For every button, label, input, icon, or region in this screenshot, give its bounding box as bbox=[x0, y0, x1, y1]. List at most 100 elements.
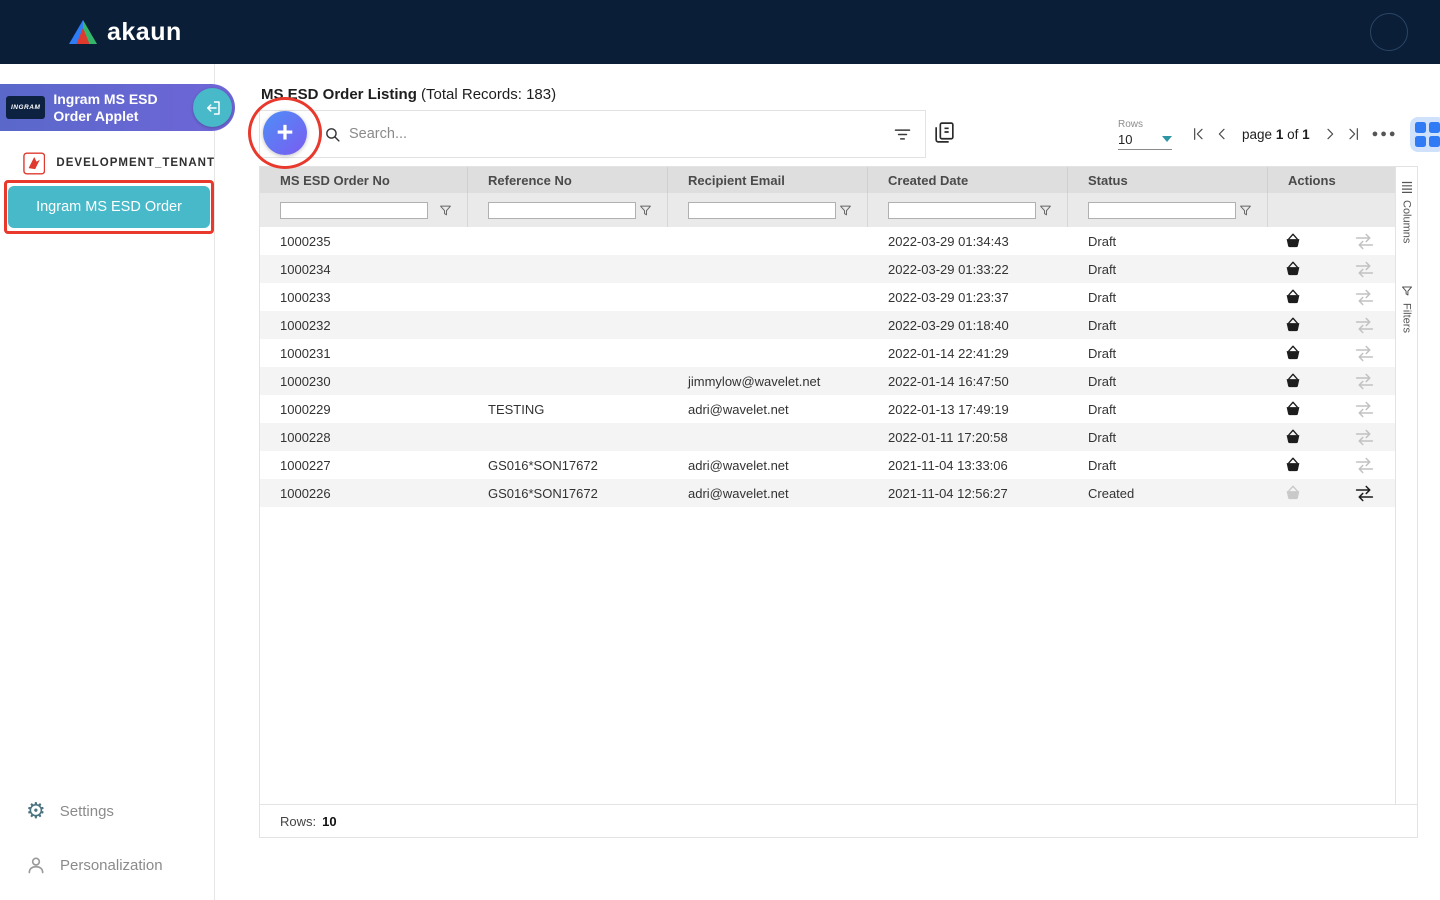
gear-icon: ⚙ bbox=[26, 800, 46, 822]
basket-icon[interactable] bbox=[1284, 344, 1302, 362]
table-row[interactable]: 1000232 2022-03-29 01:18:40 Draft bbox=[260, 311, 1395, 339]
cell-order-no: 1000231 bbox=[260, 346, 468, 361]
swap-icon[interactable] bbox=[1354, 457, 1375, 474]
rows-per-page-select[interactable]: Rows 10 bbox=[1118, 119, 1180, 150]
basket-icon[interactable] bbox=[1284, 260, 1302, 278]
side-tab-strip: Columns Filters bbox=[1395, 167, 1417, 804]
filters-icon bbox=[1401, 285, 1413, 297]
swap-icon[interactable] bbox=[1354, 317, 1375, 334]
table-footer: Rows: 10 bbox=[260, 804, 1417, 837]
column-header-order-no[interactable]: MS ESD Order No bbox=[260, 167, 468, 193]
columns-icon bbox=[1401, 181, 1413, 194]
more-options-icon[interactable]: ●●● bbox=[1372, 128, 1398, 140]
filter-funnel-icon[interactable] bbox=[439, 204, 452, 217]
cell-recipient-email: adri@wavelet.net bbox=[668, 486, 868, 501]
cell-order-no: 1000226 bbox=[260, 486, 468, 501]
basket-icon[interactable] bbox=[1284, 316, 1302, 334]
swap-icon[interactable] bbox=[1354, 373, 1375, 390]
cell-order-no: 1000235 bbox=[260, 234, 468, 249]
basket-icon[interactable] bbox=[1284, 400, 1302, 418]
footer-rows-label: Rows: bbox=[280, 814, 316, 829]
cell-recipient-email: adri@wavelet.net bbox=[668, 402, 868, 417]
swap-icon[interactable] bbox=[1354, 345, 1375, 362]
add-order-button[interactable]: + bbox=[263, 111, 307, 155]
basket-icon[interactable] bbox=[1284, 428, 1302, 446]
exit-applet-button[interactable] bbox=[193, 88, 232, 127]
next-page-button[interactable] bbox=[1320, 123, 1340, 145]
filter-funnel-icon[interactable] bbox=[839, 204, 852, 217]
swap-icon[interactable] bbox=[1354, 401, 1375, 418]
search-input[interactable] bbox=[349, 126, 819, 142]
page-word: page bbox=[1242, 127, 1272, 142]
basket-icon[interactable] bbox=[1284, 372, 1302, 390]
cell-order-no: 1000232 bbox=[260, 318, 468, 333]
swap-icon[interactable] bbox=[1354, 233, 1375, 250]
filter-input-recipient-email[interactable] bbox=[688, 202, 836, 219]
avatar[interactable] bbox=[1370, 13, 1408, 51]
swap-icon[interactable] bbox=[1354, 485, 1375, 502]
filter-input-order-no[interactable] bbox=[280, 202, 428, 219]
table-row[interactable]: 1000235 2022-03-29 01:34:43 Draft bbox=[260, 227, 1395, 255]
previous-page-button[interactable] bbox=[1212, 123, 1232, 145]
column-header-status[interactable]: Status bbox=[1068, 167, 1268, 193]
filter-funnel-icon[interactable] bbox=[1039, 204, 1052, 217]
cell-status: Draft bbox=[1068, 234, 1268, 249]
of-word: of bbox=[1287, 127, 1298, 142]
column-header-created-date[interactable]: Created Date bbox=[868, 167, 1068, 193]
basket-icon[interactable] bbox=[1284, 456, 1302, 474]
last-page-button[interactable] bbox=[1344, 123, 1364, 145]
swap-icon[interactable] bbox=[1354, 429, 1375, 446]
grid-view-button[interactable] bbox=[1410, 117, 1440, 152]
table-row[interactable]: 1000226 GS016*SON17672 adri@wavelet.net … bbox=[260, 479, 1395, 507]
rows-per-page-label: Rows bbox=[1118, 119, 1180, 130]
cell-order-no: 1000229 bbox=[260, 402, 468, 417]
filter-input-reference-no[interactable] bbox=[488, 202, 636, 219]
table-row[interactable]: 1000229 TESTING adri@wavelet.net 2022-01… bbox=[260, 395, 1395, 423]
person-icon bbox=[26, 855, 46, 875]
search-icon bbox=[324, 126, 341, 143]
page-current: 1 bbox=[1276, 127, 1284, 142]
sidebar-item-personalization[interactable]: Personalization bbox=[0, 838, 215, 892]
basket-icon[interactable] bbox=[1284, 288, 1302, 306]
table-row[interactable]: 1000231 2022-01-14 22:41:29 Draft bbox=[260, 339, 1395, 367]
rows-per-page-value: 10 bbox=[1118, 132, 1132, 147]
table-row[interactable]: 1000234 2022-03-29 01:33:22 Draft bbox=[260, 255, 1395, 283]
table-row[interactable]: 1000227 GS016*SON17672 adri@wavelet.net … bbox=[260, 451, 1395, 479]
duplicate-icon[interactable] bbox=[932, 120, 957, 145]
swap-icon[interactable] bbox=[1354, 289, 1375, 306]
order-table: MS ESD Order No Reference No Recipient E… bbox=[260, 167, 1395, 804]
basket-icon[interactable] bbox=[1284, 232, 1302, 250]
swap-icon[interactable] bbox=[1354, 261, 1375, 278]
cell-order-no: 1000233 bbox=[260, 290, 468, 305]
brand-logo[interactable]: akaun bbox=[68, 18, 182, 47]
basket-icon[interactable] bbox=[1284, 484, 1302, 502]
cell-reference-no: GS016*SON17672 bbox=[468, 458, 668, 473]
pagination-bar: Rows 10 page 1 of 1 ●●● bbox=[1118, 110, 1440, 158]
cell-created-date: 2022-01-14 16:47:50 bbox=[868, 374, 1068, 389]
table-row[interactable]: 1000233 2022-03-29 01:23:37 Draft bbox=[260, 283, 1395, 311]
sidebar-item-settings[interactable]: ⚙ Settings bbox=[0, 784, 215, 838]
akaun-triangle-icon bbox=[68, 19, 98, 45]
applet-title: Ingram MS ESD Order Applet bbox=[53, 91, 181, 124]
side-tab-columns[interactable]: Columns bbox=[1396, 181, 1417, 243]
table-row[interactable]: 1000230 jimmylow@wavelet.net 2022-01-14 … bbox=[260, 367, 1395, 395]
logout-icon bbox=[204, 99, 222, 117]
column-header-reference-no[interactable]: Reference No bbox=[468, 167, 668, 193]
first-page-button[interactable] bbox=[1188, 123, 1208, 145]
side-tab-filters[interactable]: Filters bbox=[1396, 285, 1417, 333]
column-header-recipient-email[interactable]: Recipient Email bbox=[668, 167, 868, 193]
filter-list-icon[interactable] bbox=[892, 124, 913, 145]
cell-reference-no: TESTING bbox=[468, 402, 668, 417]
filter-input-status[interactable] bbox=[1088, 202, 1236, 219]
filter-funnel-icon[interactable] bbox=[639, 204, 652, 217]
cell-recipient-email: jimmylow@wavelet.net bbox=[668, 374, 868, 389]
tenant-name: DEVELOPMENT_TENANT bbox=[56, 157, 215, 169]
filter-input-created-date[interactable] bbox=[888, 202, 1036, 219]
filter-funnel-icon[interactable] bbox=[1239, 204, 1252, 217]
cell-status: Draft bbox=[1068, 290, 1268, 305]
tenant-row[interactable]: DEVELOPMENT_TENANT bbox=[0, 150, 215, 176]
cell-status: Draft bbox=[1068, 374, 1268, 389]
table-row[interactable]: 1000228 2022-01-11 17:20:58 Draft bbox=[260, 423, 1395, 451]
module-button-ingram-ms-esd-order[interactable]: Ingram MS ESD Order bbox=[8, 186, 210, 228]
side-tab-filters-label: Filters bbox=[1401, 303, 1413, 333]
